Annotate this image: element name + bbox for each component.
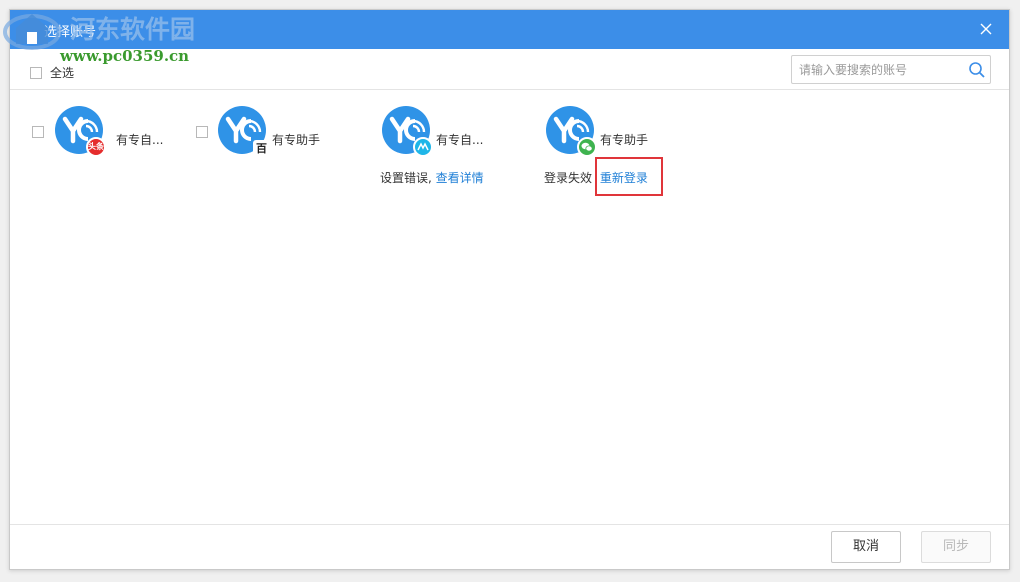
dialog-title: 选择账号 xyxy=(44,25,97,40)
search-icon[interactable] xyxy=(968,61,986,82)
account-name: 有专自... xyxy=(436,133,484,147)
select-account-dialog: 选择账号 全选 头条 有专自... xyxy=(9,9,1010,570)
avatar xyxy=(382,106,433,157)
account-card[interactable]: 百 有专助手 xyxy=(196,106,346,162)
account-checkbox[interactable] xyxy=(196,126,208,138)
account-card[interactable]: 有专助手 登录失效 重新登录 xyxy=(544,106,694,196)
highlight-box xyxy=(595,157,663,196)
account-card[interactable]: 有专自... 设置错误, 查看详情 xyxy=(380,106,530,186)
dayu-icon xyxy=(413,137,433,157)
footer-divider xyxy=(10,524,1009,525)
account-name: 有专自... xyxy=(116,133,164,147)
cancel-button[interactable]: 取消 xyxy=(831,531,901,563)
view-details-link[interactable]: 查看详情 xyxy=(436,171,484,185)
account-checkbox[interactable] xyxy=(32,126,44,138)
status-text: 登录失效 xyxy=(544,171,593,185)
avatar xyxy=(546,106,597,157)
title-bar: 选择账号 xyxy=(10,10,1009,49)
avatar: 头条 xyxy=(55,106,106,157)
toutiao-icon: 头条 xyxy=(86,137,106,157)
search-box[interactable] xyxy=(791,55,991,84)
account-card[interactable]: 头条 有专自... xyxy=(32,106,182,162)
close-icon[interactable] xyxy=(977,20,995,38)
avatar: 百 xyxy=(218,106,270,157)
header-divider xyxy=(10,89,1009,90)
baidu-icon: 百 xyxy=(253,140,270,157)
wechat-icon xyxy=(577,137,597,157)
account-name: 有专助手 xyxy=(600,133,649,147)
select-all-checkbox[interactable] xyxy=(30,66,42,79)
account-status: 设置错误, 查看详情 xyxy=(380,169,484,186)
sync-button[interactable]: 同步 xyxy=(921,531,991,563)
select-all-label: 全选 xyxy=(50,66,75,80)
search-input[interactable] xyxy=(792,56,962,83)
select-all[interactable]: 全选 xyxy=(30,64,74,81)
account-name: 有专助手 xyxy=(272,133,321,147)
status-text: 设置错误, xyxy=(380,171,432,185)
